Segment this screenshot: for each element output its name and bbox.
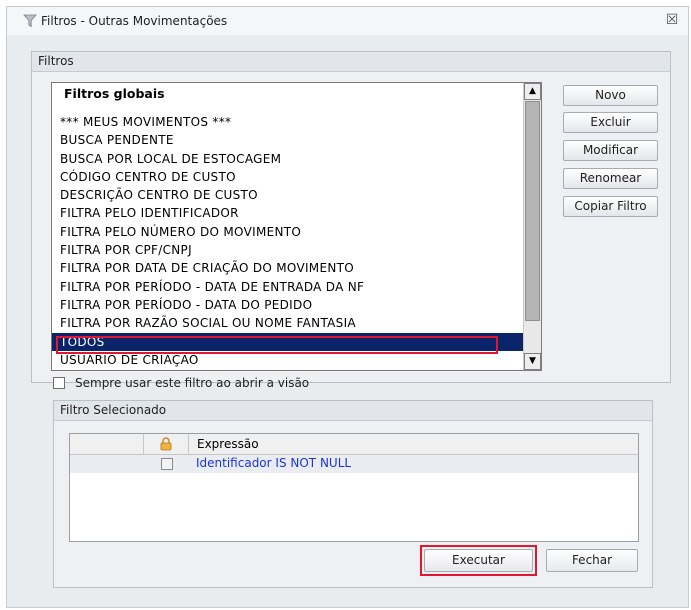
- grid-header: Expressão: [70, 434, 638, 455]
- list-item[interactable]: DESCRIÇÃO CENTRO DE CUSTO: [52, 186, 524, 204]
- list-item[interactable]: FILTRA POR CPF/CNPJ: [52, 241, 524, 259]
- row-lock-checkbox[interactable]: [161, 458, 173, 470]
- list-item[interactable]: FILTRA POR RAZÃO SOCIAL OU NOME FANTASIA: [52, 314, 524, 332]
- title-bar: Filtros - Outras Movimentações ☒: [7, 7, 688, 35]
- list-item[interactable]: FILTRA POR PERÍODO - DATA DO PEDIDO: [52, 296, 524, 314]
- table-row[interactable]: Identificador IS NOT NULL: [70, 455, 638, 473]
- list-item[interactable]: FILTRA PELO NÚMERO DO MOVIMENTO: [52, 223, 524, 241]
- grid-header-blank: [70, 434, 144, 454]
- lock-icon: [160, 437, 172, 451]
- always-use-label: Sempre usar este filtro ao abrir a visão: [75, 376, 310, 390]
- selected-item-highlight: [56, 336, 498, 354]
- list-item[interactable]: CÓDIGO CENTRO DE CUSTO: [52, 168, 524, 186]
- filters-group-title: Filtros: [32, 52, 670, 72]
- global-filters-list[interactable]: Filtros globais *** MEUS MOVIMENTOS *** B…: [51, 82, 542, 371]
- executar-highlight: [420, 545, 537, 576]
- renomear-button[interactable]: Renomear: [563, 168, 658, 189]
- excluir-button[interactable]: Excluir: [563, 112, 658, 133]
- grid-header-expression: Expressão: [197, 437, 259, 451]
- novo-button[interactable]: Novo: [563, 85, 658, 106]
- always-use-checkbox[interactable]: [53, 377, 65, 389]
- list-item[interactable]: BUSCA POR LOCAL DE ESTOCAGEM: [52, 150, 524, 168]
- expression-grid: Expressão Identificador IS NOT NULL: [69, 433, 639, 542]
- close-icon[interactable]: ☒: [664, 12, 680, 28]
- list-items: *** MEUS MOVIMENTOS *** BUSCA PENDENTE BUS…: [52, 113, 524, 369]
- selected-filter-title: Filtro Selecionado: [54, 401, 652, 421]
- list-item[interactable]: *** MEUS MOVIMENTOS ***: [52, 113, 524, 131]
- fechar-button[interactable]: Fechar: [546, 549, 638, 572]
- list-item[interactable]: FILTRA POR DATA DE CRIAÇÃO DO MOVIMENTO: [52, 259, 524, 277]
- list-item[interactable]: FILTRA POR PERÍODO - DATA DE ENTRADA DA …: [52, 278, 524, 296]
- grid-header-lock: [144, 434, 189, 454]
- window-title: Filtros - Outras Movimentações: [41, 14, 228, 28]
- scroll-up-icon[interactable]: ▲: [524, 83, 541, 100]
- list-item[interactable]: FILTRA PELO IDENTIFICADOR: [52, 204, 524, 222]
- scroll-thumb[interactable]: [525, 101, 540, 321]
- list-item[interactable]: BUSCA PENDENTE: [52, 131, 524, 149]
- modificar-button[interactable]: Modificar: [563, 140, 658, 161]
- row-expression: Identificador IS NOT NULL: [196, 456, 352, 470]
- filter-icon: [23, 14, 37, 28]
- list-scrollbar[interactable]: ▲ ▼: [523, 83, 541, 370]
- copiar-filtro-button[interactable]: Copiar Filtro: [563, 196, 658, 217]
- scroll-down-icon[interactable]: ▼: [524, 353, 541, 370]
- list-header: Filtros globais: [64, 86, 165, 101]
